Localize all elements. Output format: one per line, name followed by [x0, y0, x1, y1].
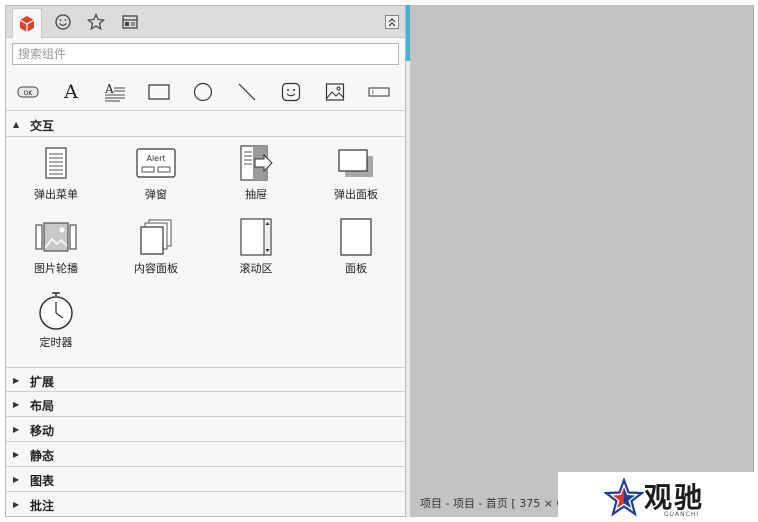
section-header-interaction[interactable]: ▲ 交互 — [6, 112, 405, 137]
widget-scroll-area[interactable]: 滚动区 — [216, 217, 296, 283]
collapsed-triangle-icon: ▶ — [13, 425, 20, 434]
widget-drawer[interactable]: 抽屉 — [216, 143, 296, 209]
circle-shape-item[interactable] — [188, 77, 218, 107]
widget-label: 定时器 — [39, 336, 73, 349]
star-logo-icon — [604, 478, 644, 517]
input-shape-item[interactable]: I — [364, 77, 394, 107]
scroll-area-icon — [231, 217, 281, 257]
widget-panel[interactable]: 面板 — [316, 217, 396, 283]
widget-label: 面板 — [345, 262, 367, 275]
alert-icon-text: Alert — [146, 154, 165, 163]
button-ok-icon: OK — [17, 86, 39, 98]
text-icon: A — [64, 81, 78, 103]
icon-shape-item[interactable] — [276, 77, 306, 107]
tab-templates[interactable] — [115, 8, 145, 36]
library-tab-bar — [6, 6, 405, 38]
widget-popup-panel[interactable]: 弹出面板 — [316, 143, 396, 209]
section-label: 布局 — [30, 399, 55, 413]
button-shape-item[interactable]: OK — [13, 77, 43, 107]
widget-label: 弹出菜单 — [34, 188, 78, 201]
section-header-layout[interactable]: ▶ 布局 — [6, 392, 405, 417]
widget-label: 弹出面板 — [334, 188, 378, 201]
widget-label: 内容面板 — [134, 262, 178, 275]
breadcrumb-status: 项目 - 项目 - 首页 [ 375 × 6 — [420, 497, 564, 510]
circle-icon — [193, 82, 213, 102]
widget-label: 滚动区 — [239, 262, 273, 275]
layout-icon — [122, 15, 138, 29]
widget-alert-dialog[interactable]: Alert 弹窗 — [116, 143, 196, 209]
panel-icon — [331, 217, 381, 257]
design-canvas[interactable] — [410, 5, 754, 517]
image-icon — [325, 83, 345, 101]
popup-panel-icon — [331, 143, 381, 183]
smiley-shape-icon — [281, 82, 301, 102]
alert-dialog-icon: Alert — [131, 143, 181, 183]
paragraph-letter: A — [104, 82, 114, 96]
popup-menu-icon — [31, 143, 81, 183]
section-header-mobile[interactable]: ▶ 移动 — [6, 417, 405, 442]
widget-popup-menu[interactable]: 弹出菜单 — [16, 143, 96, 209]
tab-components[interactable] — [12, 8, 42, 38]
component-library-panel: OK A A — [5, 5, 406, 517]
watermark-text: 观驰 — [644, 481, 705, 514]
widget-content-panel[interactable]: 内容面板 — [116, 217, 196, 283]
widget-timer[interactable]: 定时器 — [16, 291, 96, 357]
collapsed-triangle-icon: ▶ — [13, 450, 20, 459]
basic-shapes-bar: OK A A I — [6, 71, 405, 111]
widget-label: 弹窗 — [145, 188, 167, 201]
line-shape-item[interactable] — [232, 77, 262, 107]
cube-icon — [19, 15, 35, 32]
paragraph-icon: A — [104, 82, 125, 102]
collapsed-triangle-icon: ▶ — [13, 475, 20, 484]
widget-image-carousel[interactable]: 图片轮播 — [16, 217, 96, 283]
collapsed-triangle-icon: ▶ — [13, 400, 20, 409]
input-field-caret: I — [372, 90, 374, 97]
drawer-icon — [231, 143, 281, 183]
image-carousel-icon — [31, 217, 81, 257]
watermark-logo: 观驰 GUANCHI — [558, 472, 758, 522]
text-shape-item[interactable]: A — [56, 77, 86, 107]
section-header-charts[interactable]: ▶ 图表 — [6, 467, 405, 492]
section-label: 静态 — [30, 449, 55, 463]
widget-label: 图片轮播 — [34, 262, 78, 275]
section-label: 移动 — [30, 424, 55, 438]
collapsed-triangle-icon: ▶ — [13, 500, 20, 509]
component-search-input[interactable] — [12, 43, 399, 65]
content-panel-icon — [131, 217, 181, 257]
paragraph-shape-item[interactable]: A — [100, 77, 130, 107]
smiley-icon — [55, 14, 71, 30]
section-header-static[interactable]: ▶ 静态 — [6, 442, 405, 467]
button-ok-text: OK — [24, 90, 34, 97]
section-label: 扩展 — [30, 375, 55, 389]
section-label: 交互 — [30, 119, 55, 133]
rectangle-shape-item[interactable] — [144, 77, 174, 107]
watermark-subtext: GUANCHI — [664, 511, 700, 518]
section-header-annotation[interactable]: ▶ 批注 — [6, 492, 405, 516]
tab-favorites[interactable] — [81, 8, 111, 36]
image-shape-item[interactable] — [320, 77, 350, 107]
timer-icon — [31, 291, 81, 331]
line-icon — [238, 83, 256, 101]
rectangle-icon — [148, 84, 170, 100]
double-chevron-up-icon — [388, 18, 396, 27]
input-field-icon: I — [368, 87, 390, 97]
section-label: 批注 — [30, 499, 55, 513]
tab-icons[interactable] — [48, 8, 78, 36]
expanded-triangle-icon: ▲ — [13, 120, 20, 129]
section-header-extension[interactable]: ▶ 扩展 — [6, 367, 405, 392]
star-icon — [87, 13, 105, 31]
collapse-panel-button[interactable] — [385, 15, 399, 29]
widget-label: 抽屉 — [245, 188, 267, 201]
collapsed-triangle-icon: ▶ — [13, 376, 20, 385]
section-label: 图表 — [30, 474, 55, 488]
